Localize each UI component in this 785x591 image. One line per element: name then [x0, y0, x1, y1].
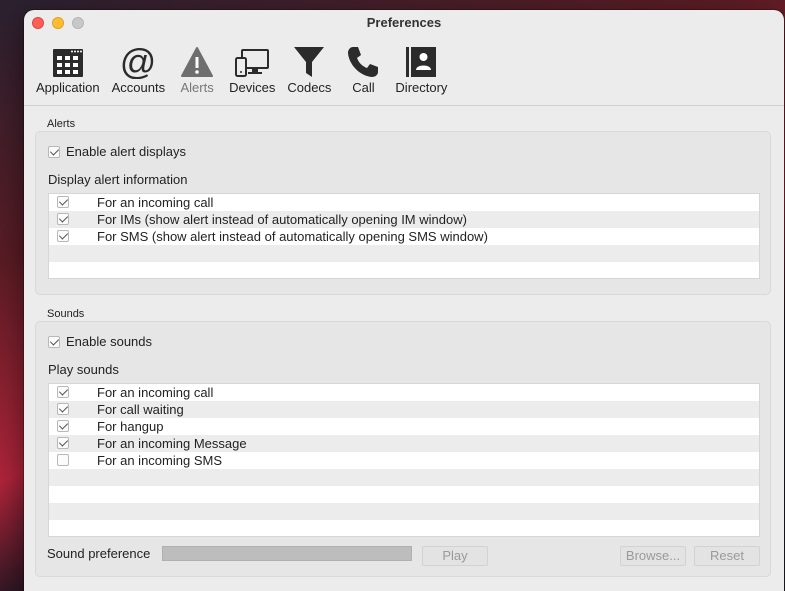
list-item[interactable]: For hangup: [49, 418, 759, 435]
list-item-checkbox[interactable]: [57, 454, 69, 466]
titlebar: Preferences: [24, 10, 784, 36]
list-item-label: For hangup: [97, 419, 164, 434]
checkbox-box[interactable]: [48, 335, 60, 348]
enable-alert-displays-checkbox[interactable]: Enable alert displays: [48, 144, 186, 159]
list-item[interactable]: For SMS (show alert instead of automatic…: [49, 228, 759, 245]
list-item-checkbox[interactable]: [57, 420, 69, 432]
preferences-window: Preferences Application @ Accounts Alert…: [24, 10, 784, 591]
toolbar-label-codecs: Codecs: [287, 80, 332, 95]
toolbar-label-call: Call: [352, 80, 375, 95]
play-sounds-label: Play sounds: [48, 362, 119, 377]
list-item-checkbox[interactable]: [57, 386, 69, 398]
list-item-label: For an incoming call: [97, 195, 214, 210]
empty-list-row: [49, 503, 759, 520]
list-item[interactable]: For an incoming call: [49, 194, 759, 211]
alert-info-list[interactable]: For an incoming call For IMs (show alert…: [48, 193, 760, 279]
list-item[interactable]: For call waiting: [49, 401, 759, 418]
minimize-window-button[interactable]: [52, 17, 64, 29]
sounds-group: Enable sounds Play sounds For an incomin…: [35, 321, 771, 577]
reset-button[interactable]: Reset: [694, 546, 760, 566]
toolbar-item-call[interactable]: Call: [337, 44, 389, 100]
toolbar-item-codecs[interactable]: Codecs: [281, 44, 337, 100]
empty-list-row: [49, 245, 759, 262]
toolbar-item-alerts[interactable]: Alerts: [171, 44, 223, 100]
display-alert-info-label: Display alert information: [48, 172, 188, 187]
toolbar-label-alerts: Alerts: [180, 80, 214, 95]
enable-alert-displays-label: Enable alert displays: [66, 144, 186, 159]
alerts-group: Enable alert displays Display alert info…: [35, 131, 771, 295]
list-item-label: For call waiting: [97, 402, 184, 417]
list-item-checkbox[interactable]: [57, 213, 69, 225]
list-item-label: For an incoming SMS: [97, 453, 222, 468]
list-item-label: For SMS (show alert instead of automatic…: [97, 229, 488, 244]
alerts-section-label: Alerts: [47, 118, 76, 130]
toolbar-item-devices[interactable]: Devices: [223, 44, 281, 100]
list-item-checkbox[interactable]: [57, 403, 69, 415]
toolbar-label-accounts: Accounts: [111, 80, 166, 95]
warning-triangle-icon: [177, 44, 217, 80]
toolbar-item-application[interactable]: Application: [30, 44, 106, 100]
monitor-devices-icon: [232, 44, 272, 80]
browse-button[interactable]: Browse...: [620, 546, 686, 566]
svg-text:@: @: [120, 45, 156, 79]
sound-preference-label: Sound preference: [47, 546, 151, 561]
preferences-toolbar: Application @ Accounts Alerts Devices Co…: [30, 44, 453, 100]
toolbar-divider: [24, 105, 784, 106]
sound-preference-field[interactable]: [162, 546, 412, 561]
close-window-button[interactable]: [32, 17, 44, 29]
window-title: Preferences: [366, 15, 442, 30]
play-sounds-list[interactable]: For an incoming call For call waiting Fo…: [48, 383, 760, 537]
list-item[interactable]: For an incoming SMS: [49, 452, 759, 469]
funnel-icon: [289, 44, 329, 80]
list-item-checkbox[interactable]: [57, 196, 69, 208]
empty-list-row: [49, 469, 759, 486]
toolbar-item-accounts[interactable]: @ Accounts: [106, 44, 171, 100]
list-item-label: For IMs (show alert instead of automatic…: [97, 212, 467, 227]
zoom-window-button[interactable]: [72, 17, 84, 29]
list-item[interactable]: For an incoming Message: [49, 435, 759, 452]
sounds-section-label: Sounds: [47, 308, 85, 320]
list-item[interactable]: For an incoming call: [49, 384, 759, 401]
list-item-label: For an incoming call: [97, 385, 214, 400]
phone-icon: [343, 44, 383, 80]
enable-sounds-label: Enable sounds: [66, 334, 153, 349]
list-item-checkbox[interactable]: [57, 230, 69, 242]
grid-calendar-icon: [48, 44, 88, 80]
toolbar-label-devices: Devices: [229, 80, 276, 95]
empty-list-row: [49, 486, 759, 503]
toolbar-item-directory[interactable]: Directory: [389, 44, 453, 100]
toolbar-label-application: Application: [36, 80, 100, 95]
toolbar-label-directory: Directory: [395, 80, 448, 95]
list-item-checkbox[interactable]: [57, 437, 69, 449]
play-button[interactable]: Play: [422, 546, 488, 566]
checkbox-box[interactable]: [48, 145, 60, 158]
enable-sounds-checkbox[interactable]: Enable sounds: [48, 334, 152, 349]
at-sign-icon: @: [118, 44, 158, 80]
list-item[interactable]: For IMs (show alert instead of automatic…: [49, 211, 759, 228]
list-item-label: For an incoming Message: [97, 436, 247, 451]
contact-book-icon: [401, 44, 441, 80]
